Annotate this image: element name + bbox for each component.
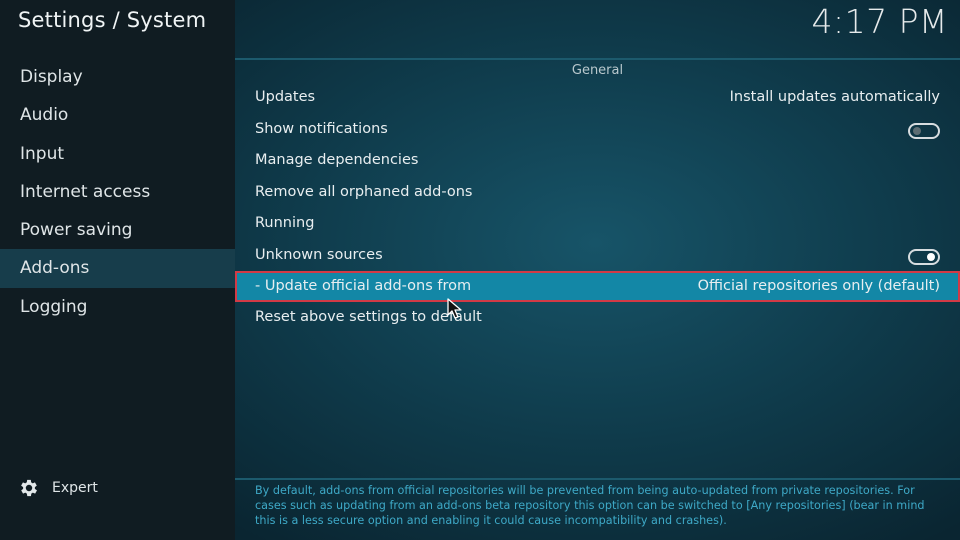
sidebar-item-add-ons[interactable]: Add-ons [0,249,235,288]
setting-value: Install updates automatically [729,89,940,105]
setting-remove-orphaned-add-ons[interactable]: Remove all orphaned add-ons [235,177,960,209]
setting-update-official-add-ons-from[interactable]: - Update official add-ons from Official … [235,271,960,302]
setting-show-notifications[interactable]: Show notifications [235,114,960,146]
setting-value: Official repositories only (default) [697,278,940,294]
sidebar: Settings / System Display Audio Input In… [0,0,235,540]
divider-bottom [235,478,960,480]
sidebar-item-logging[interactable]: Logging [0,288,235,326]
gear-icon [21,479,37,497]
sidebar-item-display[interactable]: Display [0,58,235,96]
setting-label: Show notifications [255,120,388,137]
toggle-switch-on[interactable] [908,248,940,265]
setting-running[interactable]: Running [235,208,960,240]
setting-description: By default, add-ons from official reposi… [255,484,925,527]
sidebar-item-internet-access[interactable]: Internet access [0,173,235,211]
toggle-knob [913,126,921,135]
mouse-cursor-icon [447,298,462,319]
sidebar-menu: Display Audio Input Internet access Powe… [0,58,235,326]
setting-label: - Update official add-ons from [255,278,472,294]
expert-label: Expert [52,480,98,496]
toggle-knob [927,252,935,261]
setting-label: Running [255,215,315,231]
sidebar-item-audio[interactable]: Audio [0,96,235,134]
settings-list: Updates Install updates automatically Sh… [235,82,960,334]
clock: 4:17 PM [811,2,948,41]
expert-level-button[interactable]: Expert [18,477,98,499]
sidebar-item-power-saving[interactable]: Power saving [0,211,235,249]
setting-unknown-sources[interactable]: Unknown sources [235,240,960,272]
setting-updates[interactable]: Updates Install updates automatically [235,82,960,114]
sidebar-item-input[interactable]: Input [0,135,235,173]
setting-label: Unknown sources [255,246,383,263]
divider-top [235,58,960,60]
setting-label: Remove all orphaned add-ons [255,183,473,200]
toggle-switch-off[interactable] [908,122,940,139]
setting-label: Manage dependencies [255,152,419,168]
setting-reset-to-default[interactable]: Reset above settings to default [235,302,960,334]
page-title: Settings / System [18,8,207,32]
setting-manage-dependencies[interactable]: Manage dependencies [235,145,960,177]
setting-label: Updates [255,89,316,105]
section-header: General [571,63,624,78]
